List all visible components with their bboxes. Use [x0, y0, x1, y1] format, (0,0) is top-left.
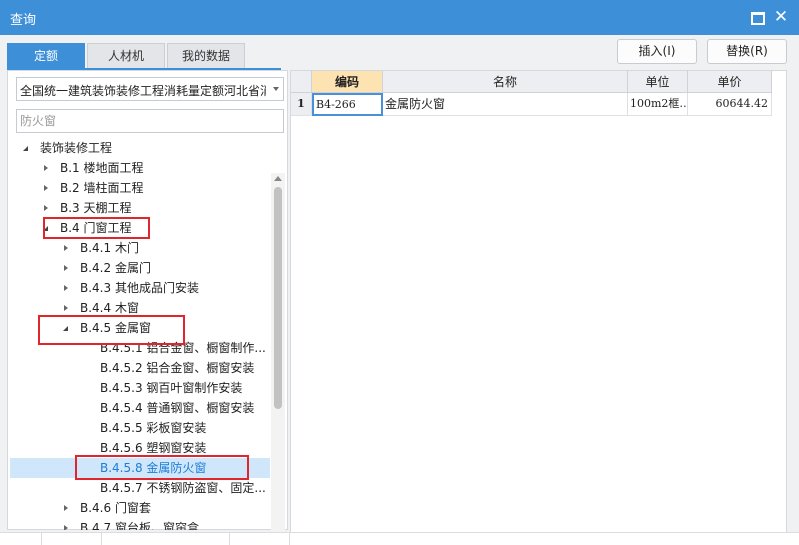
- tree-node[interactable]: B.1 楼地面工程: [10, 158, 270, 178]
- tree-node-label: B.4.5.7 不锈钢防盗窗、固定...: [100, 481, 266, 495]
- tree-node-label: B.2 墙柱面工程: [60, 181, 144, 195]
- tree-node-label: B.3 天棚工程: [60, 201, 132, 215]
- tab-my-data[interactable]: 我的数据: [167, 43, 245, 68]
- expanded-arrow-icon[interactable]: [22, 138, 32, 158]
- library-select[interactable]: 全国统一建筑装饰装修工程消耗量定额河北省消耗量定额(2012): [16, 77, 284, 101]
- column-header-price[interactable]: 单价: [688, 71, 772, 93]
- tree-node[interactable]: B.4.5.4 普通钢窗、橱窗安装: [10, 398, 270, 418]
- tree-node[interactable]: B.4.5.2 铝合金窗、橱窗安装: [10, 358, 270, 378]
- chevron-down-icon[interactable]: [273, 87, 279, 91]
- tree-scrollbar[interactable]: [271, 173, 285, 545]
- tree-node-label: B.4.5 金属窗: [80, 321, 151, 335]
- maximize-icon[interactable]: [749, 9, 765, 25]
- tree-node-label: 装饰装修工程: [40, 141, 113, 155]
- collapsed-arrow-icon[interactable]: [62, 298, 72, 318]
- row-number: 1: [291, 93, 312, 116]
- tree-node[interactable]: B.4.6 门窗套: [10, 498, 270, 518]
- tree-node-label: B.1 楼地面工程: [60, 161, 144, 175]
- expanded-arrow-icon[interactable]: [62, 318, 72, 338]
- column-header-name[interactable]: 名称: [383, 71, 628, 93]
- title-bar: 查询 ✕: [0, 0, 799, 35]
- tree-node[interactable]: B.4.7 窗台板、窗帘盒: [10, 518, 270, 530]
- bottom-strip-cell: [102, 533, 230, 545]
- tree-node[interactable]: B.4.5.7 不锈钢防盗窗、固定...: [10, 478, 270, 498]
- tree-node[interactable]: B.4 门窗工程: [10, 218, 270, 238]
- cell-unit[interactable]: 100m2框…: [628, 93, 688, 116]
- close-icon[interactable]: ✕: [773, 9, 789, 26]
- collapsed-arrow-icon[interactable]: [62, 238, 72, 258]
- tab-labor-materials[interactable]: 人材机: [87, 43, 165, 68]
- window-title: 查询: [10, 13, 37, 28]
- category-tree: 装饰装修工程 B.1 楼地面工程 B.2 墙柱面工程 B.3 天棚工程 B.4 门窗工程…: [8, 138, 272, 530]
- bottom-strip-cell: [0, 533, 42, 545]
- grid-corner: [291, 71, 312, 93]
- tree-node[interactable]: B.4.5.1 铝合金窗、橱窗制作...: [10, 338, 270, 358]
- tree-node[interactable]: B.4.5.8 金属防火窗: [10, 458, 270, 478]
- collapsed-arrow-icon[interactable]: [62, 278, 72, 298]
- tree-node[interactable]: B.4.1 木门: [10, 238, 270, 258]
- tree-node[interactable]: B.2 墙柱面工程: [10, 178, 270, 198]
- expanded-arrow-icon[interactable]: [42, 218, 52, 238]
- insert-button[interactable]: 插入(I): [617, 39, 697, 64]
- search-input[interactable]: [16, 109, 284, 133]
- collapsed-arrow-icon[interactable]: [62, 258, 72, 278]
- tree-node[interactable]: 装饰装修工程: [10, 138, 270, 158]
- tree-node-label: B.4.5.6 塑钢窗安装: [100, 441, 207, 455]
- tree-node-label: B.4.4 木窗: [80, 301, 139, 315]
- column-header-code[interactable]: 编码: [312, 71, 383, 93]
- scroll-up-icon[interactable]: [274, 176, 282, 181]
- tree-node[interactable]: B.4.3 其他成品门安装: [10, 278, 270, 298]
- replace-button[interactable]: 替换(R): [707, 39, 787, 64]
- collapsed-arrow-icon[interactable]: [42, 198, 52, 218]
- tree-node[interactable]: B.4.5 金属窗: [10, 318, 270, 338]
- bottom-strip: [0, 532, 799, 545]
- tree-node-label: B.4.3 其他成品门安装: [80, 281, 199, 295]
- tree-node[interactable]: B.4.2 金属门: [10, 258, 270, 278]
- tree-node-label: B.4.2 金属门: [80, 261, 151, 275]
- tree-node-label: B.4.7 窗台板、窗帘盒: [80, 521, 199, 530]
- collapsed-arrow-icon[interactable]: [62, 518, 72, 530]
- cell-code[interactable]: B4-266: [312, 93, 383, 116]
- tree-node[interactable]: B.3 天棚工程: [10, 198, 270, 218]
- dialog-body: 定额 人材机 我的数据 插入(I) 替换(R) 全国统一建筑装饰装修工程消耗量定…: [0, 35, 799, 545]
- tree-node-label: B.4.5.3 钢百叶窗制作安装: [100, 381, 243, 395]
- tree-node[interactable]: B.4.5.6 塑钢窗安装: [10, 438, 270, 458]
- bottom-strip-cell: [42, 533, 102, 545]
- tree-node-label: B.4.5.1 铝合金窗、橱窗制作...: [100, 341, 266, 355]
- cell-price[interactable]: 60644.42: [688, 93, 772, 116]
- tree-node-label: B.4 门窗工程: [60, 221, 132, 235]
- collapsed-arrow-icon[interactable]: [42, 178, 52, 198]
- tree-node-label: B.4.5.8 金属防火窗: [100, 461, 207, 475]
- column-header-unit[interactable]: 单位: [628, 71, 688, 93]
- tree-node-label: B.4.1 木门: [80, 241, 139, 255]
- tab-quota[interactable]: 定额: [7, 43, 85, 68]
- tree-node[interactable]: B.4.5.5 彩板窗安装: [10, 418, 270, 438]
- cell-name[interactable]: 金属防火窗: [383, 93, 628, 116]
- tree-node[interactable]: B.4.5.3 钢百叶窗制作安装: [10, 378, 270, 398]
- result-grid: 编码 名称 单位 单价 1 B4-266 金属防火窗 100m2框… 60644…: [290, 70, 787, 545]
- tree-node-label: B.4.6 门窗套: [80, 501, 151, 515]
- tree-node-label: B.4.5.4 普通钢窗、橱窗安装: [100, 401, 255, 415]
- tree-node-label: B.4.5.2 铝合金窗、橱窗安装: [100, 361, 255, 375]
- tree-node[interactable]: B.4.4 木窗: [10, 298, 270, 318]
- bottom-strip-cell: [230, 533, 290, 545]
- left-panel: 全国统一建筑装饰装修工程消耗量定额河北省消耗量定额(2012) 装饰装修工程 B.…: [7, 70, 288, 545]
- collapsed-arrow-icon[interactable]: [62, 498, 72, 518]
- tree-node-label: B.4.5.5 彩板窗安装: [100, 421, 207, 435]
- collapsed-arrow-icon[interactable]: [42, 158, 52, 178]
- library-select-value: 全国统一建筑装饰装修工程消耗量定额河北省消耗量定额(2012): [20, 84, 266, 98]
- scroll-thumb[interactable]: [274, 187, 282, 409]
